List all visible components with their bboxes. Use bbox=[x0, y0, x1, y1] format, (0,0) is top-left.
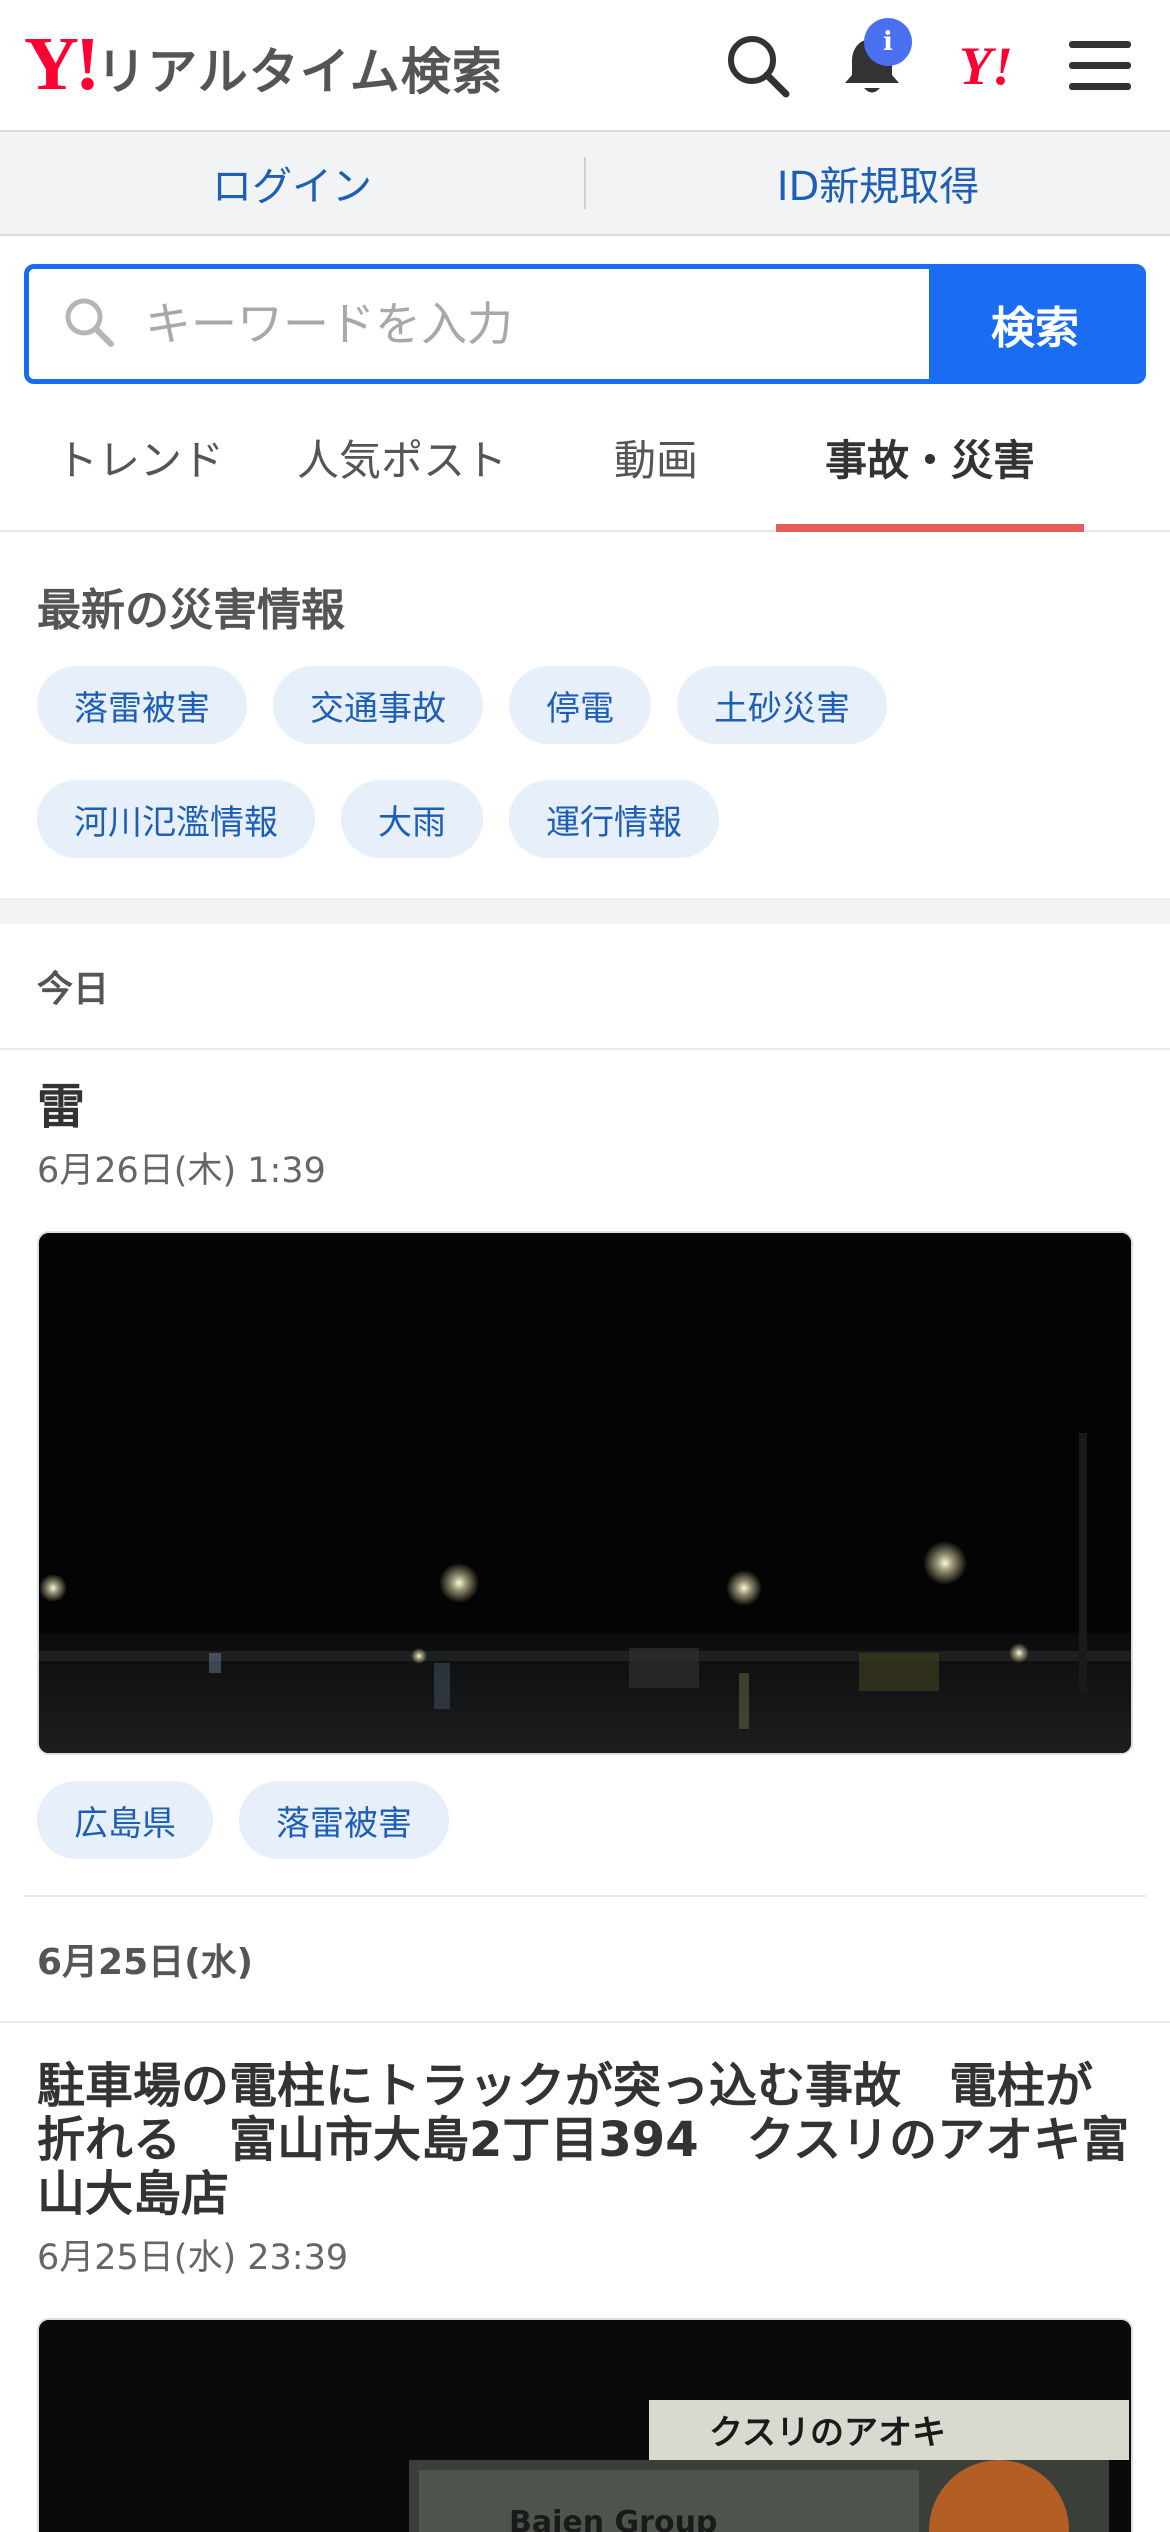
search-button[interactable]: 検索 bbox=[929, 269, 1141, 379]
truck-text: Bajen Group bbox=[509, 2505, 717, 2532]
category-tabs: トレンド 人気ポスト 動画 事故・災害 bbox=[0, 384, 1170, 532]
search-bar: 検索 bbox=[24, 264, 1146, 384]
tab-trend[interactable]: トレンド bbox=[12, 384, 268, 530]
bell-icon[interactable]: i bbox=[832, 18, 912, 106]
post-card[interactable]: 雷 6月26日(木) 1:39 広島県 落雷被害 bbox=[0, 1050, 1170, 1859]
chip-lightning-damage[interactable]: 落雷被害 bbox=[37, 666, 247, 744]
post-title[interactable]: 駐車場の電柱にトラックが突っ込む事故 電柱が折れる 富山市大島2丁目394 クス… bbox=[37, 2059, 1133, 2221]
post-video-thumbnail[interactable] bbox=[37, 1231, 1133, 1755]
search-field bbox=[29, 269, 929, 379]
post-card[interactable]: 駐車場の電柱にトラックが突っ込む事故 電柱が折れる 富山市大島2丁目394 クス… bbox=[0, 2023, 1170, 2532]
chip-service-info[interactable]: 運行情報 bbox=[509, 780, 719, 858]
tab-accident-disaster[interactable]: 事故・災害 bbox=[776, 384, 1084, 532]
yahoo-logo-icon[interactable]: Y! bbox=[946, 26, 1026, 106]
logo-text: リアルタイム検索 bbox=[96, 43, 503, 101]
menu-icon[interactable] bbox=[1060, 26, 1140, 106]
register-link[interactable]: ID新規取得 bbox=[586, 154, 1170, 212]
disaster-section-title: 最新の災害情報 bbox=[37, 585, 345, 636]
login-link[interactable]: ログイン bbox=[0, 154, 584, 212]
header-icons: i Y! bbox=[684, 18, 1140, 106]
chip-traffic-accident[interactable]: 交通事故 bbox=[273, 666, 483, 744]
chip-hiroshima[interactable]: 広島県 bbox=[37, 1781, 213, 1859]
search-input[interactable] bbox=[145, 297, 929, 351]
chip-landslide[interactable]: 土砂災害 bbox=[677, 666, 887, 744]
tab-popular-posts[interactable]: 人気ポスト bbox=[268, 384, 536, 530]
search-icon[interactable] bbox=[718, 26, 798, 106]
date-heading-jun25: 6月25日(水) bbox=[0, 1897, 1170, 2023]
logo-mark: Y! bbox=[24, 22, 100, 106]
disaster-chips: 落雷被害 交通事故 停電 土砂災害 河川氾濫情報 大雨 運行情報 bbox=[0, 638, 1170, 894]
yahoo-realtime-logo[interactable]: Y! リアルタイム検索 bbox=[24, 26, 503, 104]
chip-heavy-rain[interactable]: 大雨 bbox=[341, 780, 483, 858]
signboard-text: クスリのアオキ bbox=[709, 2413, 946, 2453]
chip-lightning-damage[interactable]: 落雷被害 bbox=[239, 1781, 449, 1859]
chip-river-flood[interactable]: 河川氾濫情報 bbox=[37, 780, 315, 858]
chip-power-outage[interactable]: 停電 bbox=[509, 666, 651, 744]
search-field-icon bbox=[63, 296, 115, 352]
account-bar: ログイン ID新規取得 bbox=[0, 132, 1170, 236]
notification-badge: i bbox=[864, 18, 912, 66]
post-title[interactable]: 雷 bbox=[37, 1080, 1133, 1134]
post-time: 6月25日(水) 23:39 bbox=[37, 2238, 349, 2278]
post-video-thumbnail[interactable]: クスリのアオキ Bajen Group bbox=[37, 2318, 1133, 2532]
date-heading-today: 今日 bbox=[0, 924, 1170, 1050]
post-tags: 広島県 落雷被害 bbox=[37, 1781, 1133, 1859]
post-time: 6月26日(木) 1:39 bbox=[37, 1151, 326, 1191]
yahoo-mark: Y! bbox=[959, 36, 1013, 96]
tab-video[interactable]: 動画 bbox=[536, 384, 776, 530]
section-divider bbox=[0, 898, 1170, 924]
top-header: Y! リアルタイム検索 i Y! bbox=[0, 0, 1170, 132]
